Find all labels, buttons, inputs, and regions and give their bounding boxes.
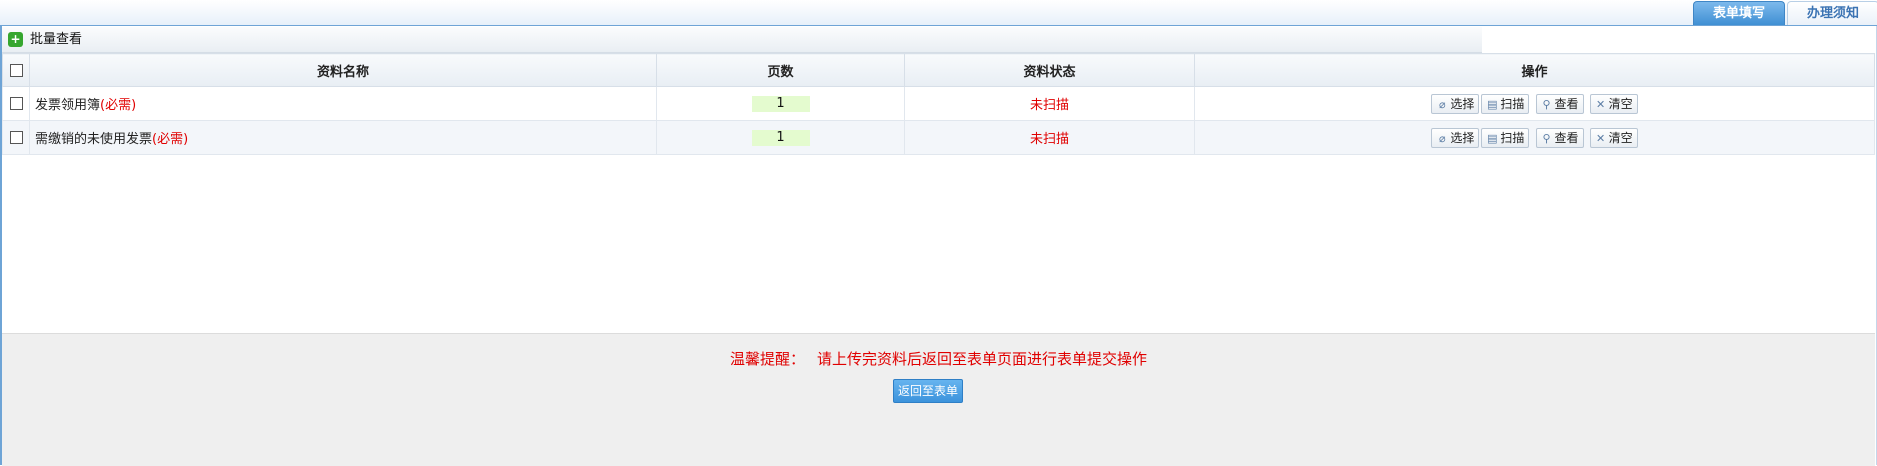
required-tag: (必需) — [152, 132, 189, 147]
reminder-message: 温馨提醒： 请上传完资料后返回至表单页面进行表单提交操作 — [2, 348, 1875, 369]
magnifier-icon: ⚲ — [1542, 131, 1551, 145]
magnifier-icon: ⚲ — [1542, 97, 1551, 111]
page-count: 1 — [751, 129, 810, 146]
select-button[interactable]: ⌀ 选择 — [1431, 127, 1480, 148]
reminder-text: 请上传完资料后返回至表单页面进行表单提交操作 — [817, 350, 1148, 368]
row-checkbox[interactable] — [9, 97, 23, 110]
material-status: 未扫描 — [1029, 132, 1069, 147]
required-tag: (必需) — [100, 98, 137, 113]
header-actions: 操作 — [1194, 53, 1875, 87]
materials-table: 资料名称 页数 资料状态 操作 发票领用簿(必需) 1 未扫描 ⌀ 选择 ▤ 扫描 ⚲… — [2, 53, 1875, 155]
scan-button[interactable]: ▤ 扫描 — [1481, 93, 1530, 114]
material-name: 需缴销的未使用发票 — [35, 132, 153, 147]
close-icon: ✕ — [1596, 131, 1606, 145]
table-row: 需缴销的未使用发票(必需) 1 未扫描 ⌀ 选择 ▤ 扫描 ⚲ 查看 ✕ 清空 — [2, 120, 1875, 155]
top-tab-bar: 表单填写 办理须知 — [0, 0, 1877, 27]
view-button[interactable]: ⚲ 查看 — [1535, 93, 1584, 114]
select-all-checkbox[interactable] — [9, 63, 23, 77]
clear-button[interactable]: ✕ 清空 — [1589, 93, 1638, 114]
row-actions: ⌀ 选择 ▤ 扫描 ⚲ 查看 ✕ 清空 — [1194, 120, 1875, 155]
row-actions: ⌀ 选择 ▤ 扫描 ⚲ 查看 ✕ 清空 — [1194, 86, 1875, 121]
header-name: 资料名称 — [29, 53, 657, 87]
scanner-icon: ▤ — [1487, 97, 1498, 111]
tab-form-fill[interactable]: 表单填写 — [1693, 1, 1785, 25]
clear-button[interactable]: ✕ 清空 — [1589, 127, 1638, 148]
batch-view-bar: + 批量查看 — [2, 27, 1482, 53]
scan-button[interactable]: ▤ 扫描 — [1481, 127, 1530, 148]
page-count: 1 — [751, 95, 810, 112]
select-button[interactable]: ⌀ 选择 — [1431, 93, 1480, 114]
table-row: 发票领用簿(必需) 1 未扫描 ⌀ 选择 ▤ 扫描 ⚲ 查看 ✕ 清空 — [2, 86, 1875, 121]
scanner-icon: ▤ — [1487, 131, 1498, 145]
reminder-title: 温馨提醒： — [729, 350, 805, 368]
table-header-row: 资料名称 页数 资料状态 操作 — [2, 53, 1875, 87]
material-name: 发票领用簿 — [35, 98, 101, 113]
tab-instructions[interactable]: 办理须知 — [1787, 1, 1877, 25]
row-checkbox[interactable] — [9, 131, 23, 144]
close-icon: ✕ — [1596, 97, 1606, 111]
return-to-form-button[interactable]: 返回至表单 — [893, 379, 963, 403]
header-pages: 页数 — [656, 53, 905, 87]
select-all-cell — [2, 53, 30, 87]
paperclip-icon: ⌀ — [1439, 97, 1446, 111]
header-status: 资料状态 — [904, 53, 1195, 87]
view-button[interactable]: ⚲ 查看 — [1535, 127, 1584, 148]
expand-icon[interactable]: + — [8, 32, 23, 47]
batch-view-label[interactable]: 批量查看 — [30, 27, 82, 52]
footer-panel: 温馨提醒： 请上传完资料后返回至表单页面进行表单提交操作 返回至表单 — [2, 333, 1875, 466]
material-status: 未扫描 — [1029, 98, 1069, 113]
paperclip-icon: ⌀ — [1439, 131, 1446, 145]
